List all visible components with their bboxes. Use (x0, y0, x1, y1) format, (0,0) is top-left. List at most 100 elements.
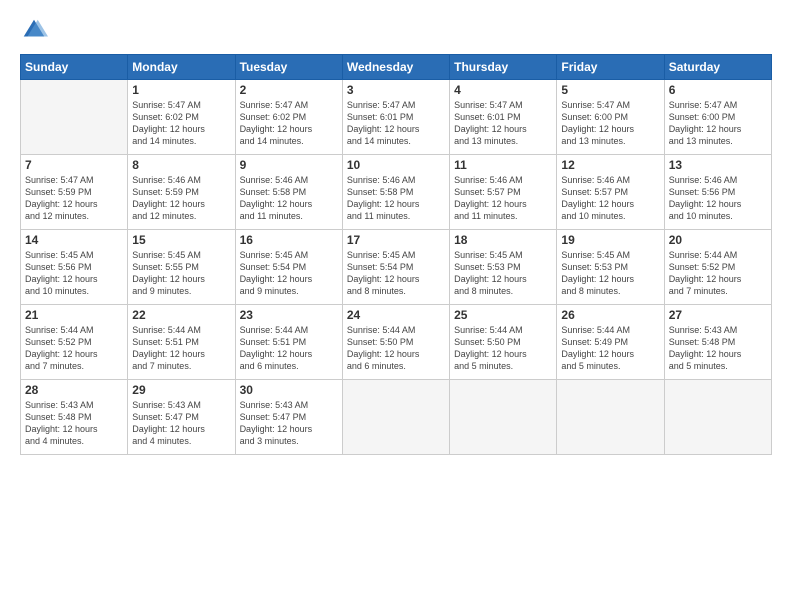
header (20, 16, 772, 44)
calendar-cell (557, 380, 664, 455)
calendar-cell: 27 Sunrise: 5:43 AMSunset: 5:48 PMDayligh… (664, 305, 771, 380)
day-number: 15 (132, 233, 230, 247)
day-number: 29 (132, 383, 230, 397)
day-info: Sunrise: 5:47 AMSunset: 6:01 PMDaylight:… (454, 99, 552, 148)
day-info: Sunrise: 5:43 AMSunset: 5:48 PMDaylight:… (25, 399, 123, 448)
calendar-cell: 7Sunrise: 5:47 AMSunset: 5:59 PMDaylight… (21, 155, 128, 230)
day-info: Sunrise: 5:45 AMSunset: 5:54 PMDaylight:… (347, 249, 445, 298)
day-info: Sunrise: 5:46 AMSunset: 5:59 PMDaylight:… (132, 174, 230, 223)
day-number: 25 (454, 308, 552, 322)
calendar-cell: 20Sunrise: 5:44 AMSunset: 5:52 PMDayligh… (664, 230, 771, 305)
calendar-cell: 1 Sunrise: 5:47 AMSunset: 6:02 PMDaylight… (128, 80, 235, 155)
calendar-week-row: 7Sunrise: 5:47 AMSunset: 5:59 PMDaylight… (21, 155, 772, 230)
day-info: Sunrise: 5:47 AMSunset: 6:01 PMDaylight:… (347, 99, 445, 148)
day-info: Sunrise: 5:47 AMSunset: 6:00 PMDaylight:… (561, 99, 659, 148)
calendar-week-row: 14Sunrise: 5:45 AMSunset: 5:56 PMDayligh… (21, 230, 772, 305)
day-info: Sunrise: 5:44 AMSunset: 5:49 PMDaylight:… (561, 324, 659, 373)
calendar-cell: 14Sunrise: 5:45 AMSunset: 5:56 PMDayligh… (21, 230, 128, 305)
day-info: Sunrise: 5:46 AMSunset: 5:57 PMDaylight:… (561, 174, 659, 223)
calendar-cell: 22 Sunrise: 5:44 AMSunset: 5:51 PMDayligh… (128, 305, 235, 380)
day-info: Sunrise: 5:47 AMSunset: 6:02 PMDaylight:… (240, 99, 338, 148)
day-number: 23 (240, 308, 338, 322)
calendar-cell: 25 Sunrise: 5:44 AMSunset: 5:50 PMDayligh… (450, 305, 557, 380)
calendar-cell: 23 Sunrise: 5:44 AMSunset: 5:51 PMDayligh… (235, 305, 342, 380)
calendar-cell: 18 Sunrise: 5:45 AMSunset: 5:53 PMDayligh… (450, 230, 557, 305)
day-number: 4 (454, 83, 552, 97)
calendar-header-row: SundayMondayTuesdayWednesdayThursdayFrid… (21, 55, 772, 80)
calendar-cell: 11 Sunrise: 5:46 AMSunset: 5:57 PMDayligh… (450, 155, 557, 230)
calendar-cell: 16 Sunrise: 5:45 AMSunset: 5:54 PMDayligh… (235, 230, 342, 305)
calendar-header-saturday: Saturday (664, 55, 771, 80)
day-number: 11 (454, 158, 552, 172)
calendar-cell: 17 Sunrise: 5:45 AMSunset: 5:54 PMDayligh… (342, 230, 449, 305)
day-number: 8 (132, 158, 230, 172)
day-number: 5 (561, 83, 659, 97)
day-info: Sunrise: 5:46 AMSunset: 5:57 PMDaylight:… (454, 174, 552, 223)
calendar-cell: 13 Sunrise: 5:46 AMSunset: 5:56 PMDayligh… (664, 155, 771, 230)
day-info: Sunrise: 5:44 AMSunset: 5:51 PMDaylight:… (240, 324, 338, 373)
day-info: Sunrise: 5:44 AMSunset: 5:51 PMDaylight:… (132, 324, 230, 373)
calendar-cell: 9Sunrise: 5:46 AMSunset: 5:58 PMDaylight… (235, 155, 342, 230)
day-number: 1 (132, 83, 230, 97)
day-number: 14 (25, 233, 123, 247)
day-number: 13 (669, 158, 767, 172)
calendar-cell: 12 Sunrise: 5:46 AMSunset: 5:57 PMDayligh… (557, 155, 664, 230)
day-number: 24 (347, 308, 445, 322)
day-number: 22 (132, 308, 230, 322)
day-number: 6 (669, 83, 767, 97)
calendar-cell (342, 380, 449, 455)
calendar-cell (450, 380, 557, 455)
day-info: Sunrise: 5:44 AMSunset: 5:52 PMDaylight:… (25, 324, 123, 373)
calendar-cell: 28 Sunrise: 5:43 AMSunset: 5:48 PMDayligh… (21, 380, 128, 455)
day-number: 7 (25, 158, 123, 172)
calendar-cell (21, 80, 128, 155)
calendar-week-row: 1 Sunrise: 5:47 AMSunset: 6:02 PMDaylight… (21, 80, 772, 155)
calendar-cell: 24Sunrise: 5:44 AMSunset: 5:50 PMDayligh… (342, 305, 449, 380)
day-number: 2 (240, 83, 338, 97)
calendar-header-sunday: Sunday (21, 55, 128, 80)
day-number: 28 (25, 383, 123, 397)
day-number: 18 (454, 233, 552, 247)
calendar-cell: 29 Sunrise: 5:43 AMSunset: 5:47 PMDayligh… (128, 380, 235, 455)
calendar-cell: 8 Sunrise: 5:46 AMSunset: 5:59 PMDaylight… (128, 155, 235, 230)
calendar-cell: 26 Sunrise: 5:44 AMSunset: 5:49 PMDayligh… (557, 305, 664, 380)
calendar-header-wednesday: Wednesday (342, 55, 449, 80)
day-info: Sunrise: 5:43 AMSunset: 5:48 PMDaylight:… (669, 324, 767, 373)
calendar-table: SundayMondayTuesdayWednesdayThursdayFrid… (20, 54, 772, 455)
calendar-cell (664, 380, 771, 455)
day-info: Sunrise: 5:43 AMSunset: 5:47 PMDaylight:… (132, 399, 230, 448)
day-number: 26 (561, 308, 659, 322)
calendar-header-tuesday: Tuesday (235, 55, 342, 80)
day-info: Sunrise: 5:47 AMSunset: 6:02 PMDaylight:… (132, 99, 230, 148)
calendar-cell: 5 Sunrise: 5:47 AMSunset: 6:00 PMDaylight… (557, 80, 664, 155)
day-info: Sunrise: 5:44 AMSunset: 5:50 PMDaylight:… (454, 324, 552, 373)
day-info: Sunrise: 5:46 AMSunset: 5:56 PMDaylight:… (669, 174, 767, 223)
day-info: Sunrise: 5:45 AMSunset: 5:53 PMDaylight:… (454, 249, 552, 298)
calendar-cell: 2 Sunrise: 5:47 AMSunset: 6:02 PMDaylight… (235, 80, 342, 155)
day-info: Sunrise: 5:47 AMSunset: 6:00 PMDaylight:… (669, 99, 767, 148)
calendar-cell: 10Sunrise: 5:46 AMSunset: 5:58 PMDayligh… (342, 155, 449, 230)
day-number: 19 (561, 233, 659, 247)
day-number: 21 (25, 308, 123, 322)
day-number: 17 (347, 233, 445, 247)
day-number: 16 (240, 233, 338, 247)
day-number: 9 (240, 158, 338, 172)
day-info: Sunrise: 5:45 AMSunset: 5:53 PMDaylight:… (561, 249, 659, 298)
calendar-cell: 21 Sunrise: 5:44 AMSunset: 5:52 PMDayligh… (21, 305, 128, 380)
day-number: 30 (240, 383, 338, 397)
calendar-header-thursday: Thursday (450, 55, 557, 80)
calendar-cell: 6 Sunrise: 5:47 AMSunset: 6:00 PMDaylight… (664, 80, 771, 155)
day-info: Sunrise: 5:46 AMSunset: 5:58 PMDaylight:… (347, 174, 445, 223)
calendar-week-row: 28 Sunrise: 5:43 AMSunset: 5:48 PMDayligh… (21, 380, 772, 455)
calendar-week-row: 21 Sunrise: 5:44 AMSunset: 5:52 PMDayligh… (21, 305, 772, 380)
day-number: 27 (669, 308, 767, 322)
calendar-cell: 15 Sunrise: 5:45 AMSunset: 5:55 PMDayligh… (128, 230, 235, 305)
logo-icon (20, 16, 48, 44)
day-info: Sunrise: 5:43 AMSunset: 5:47 PMDaylight:… (240, 399, 338, 448)
day-info: Sunrise: 5:45 AMSunset: 5:54 PMDaylight:… (240, 249, 338, 298)
calendar-cell: 4 Sunrise: 5:47 AMSunset: 6:01 PMDaylight… (450, 80, 557, 155)
day-number: 12 (561, 158, 659, 172)
day-number: 3 (347, 83, 445, 97)
calendar-cell: 19 Sunrise: 5:45 AMSunset: 5:53 PMDayligh… (557, 230, 664, 305)
day-info: Sunrise: 5:45 AMSunset: 5:55 PMDaylight:… (132, 249, 230, 298)
